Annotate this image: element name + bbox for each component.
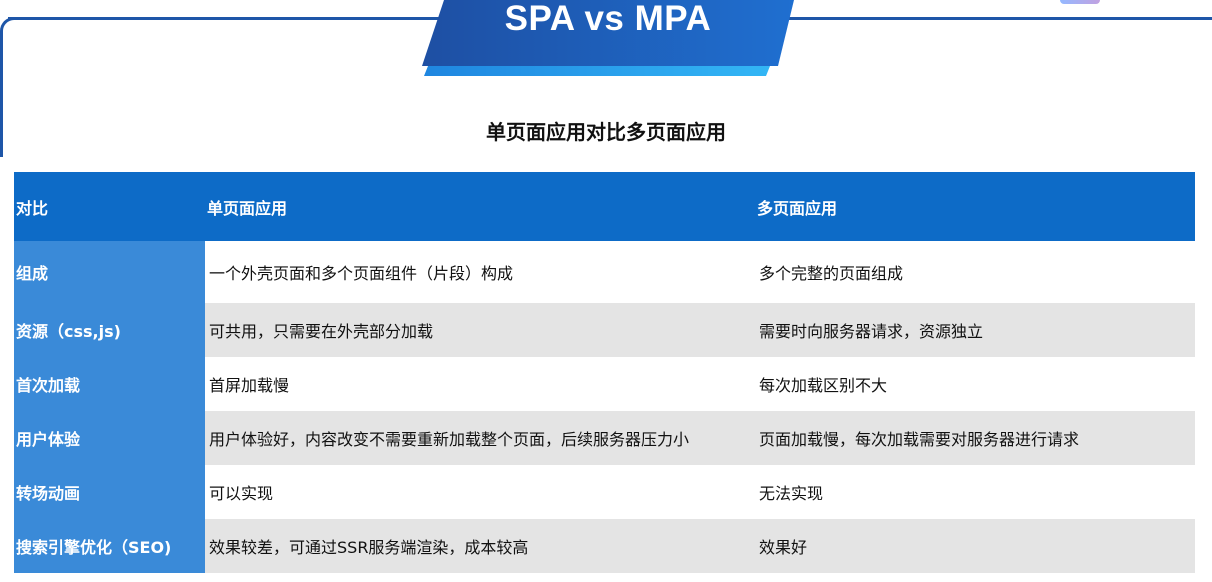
mpa-cell: 每次加载区别不大 [755,357,1195,411]
table-row: 搜索引擎优化（SEO) 效果较差，可通过SSR服务端渲染，成本较高 效果好 [14,519,1195,573]
spa-cell: 可以实现 [205,465,755,519]
spa-cell: 首屏加载慢 [205,357,755,411]
spa-cell: 用户体验好，内容改变不需要重新加载整个页面，后续服务器压力小 [205,411,755,465]
title-banner: SPA vs MPA [422,0,794,76]
row-label: 资源（css,js) [14,303,205,357]
row-label: 搜索引擎优化（SEO) [14,519,205,573]
table-row: 转场动画 可以实现 无法实现 [14,465,1195,519]
mpa-cell: 需要时向服务器请求，资源独立 [755,303,1195,357]
spa-cell: 效果较差，可通过SSR服务端渲染，成本较高 [205,519,755,573]
table-row: 资源（css,js) 可共用，只需要在外壳部分加载 需要时向服务器请求，资源独立 [14,303,1195,357]
table-header-row: 对比 单页面应用 多页面应用 [14,172,1195,241]
spa-cell: 可共用，只需要在外壳部分加载 [205,303,755,357]
row-label: 转场动画 [14,465,205,519]
slide-title: SPA vs MPA [504,0,712,38]
row-label: 首次加载 [14,357,205,411]
table-caption: 单页面应用对比多页面应用 [486,120,726,144]
comparison-table: 对比 单页面应用 多页面应用 组成 一个外壳页面和多个页面组件（片段）构成 多个… [14,172,1195,573]
table-row: 组成 一个外壳页面和多个页面组件（片段）构成 多个完整的页面组成 [14,241,1195,303]
mpa-cell: 多个完整的页面组成 [755,241,1195,303]
mpa-cell: 无法实现 [755,465,1195,519]
spa-cell: 一个外壳页面和多个页面组件（片段）构成 [205,241,755,303]
row-label: 用户体验 [14,411,205,465]
mpa-cell: 效果好 [755,519,1195,573]
header-spa: 单页面应用 [205,172,755,241]
header-compare: 对比 [14,172,205,241]
header-mpa: 多页面应用 [755,172,1195,241]
table-row: 首次加载 首屏加载慢 每次加载区别不大 [14,357,1195,411]
table-row: 用户体验 用户体验好，内容改变不需要重新加载整个页面，后续服务器压力小 页面加载… [14,411,1195,465]
row-label: 组成 [14,241,205,303]
mpa-cell: 页面加载慢，每次加载需要对服务器进行请求 [755,411,1195,465]
logo-fragment-decoration [1060,0,1100,4]
